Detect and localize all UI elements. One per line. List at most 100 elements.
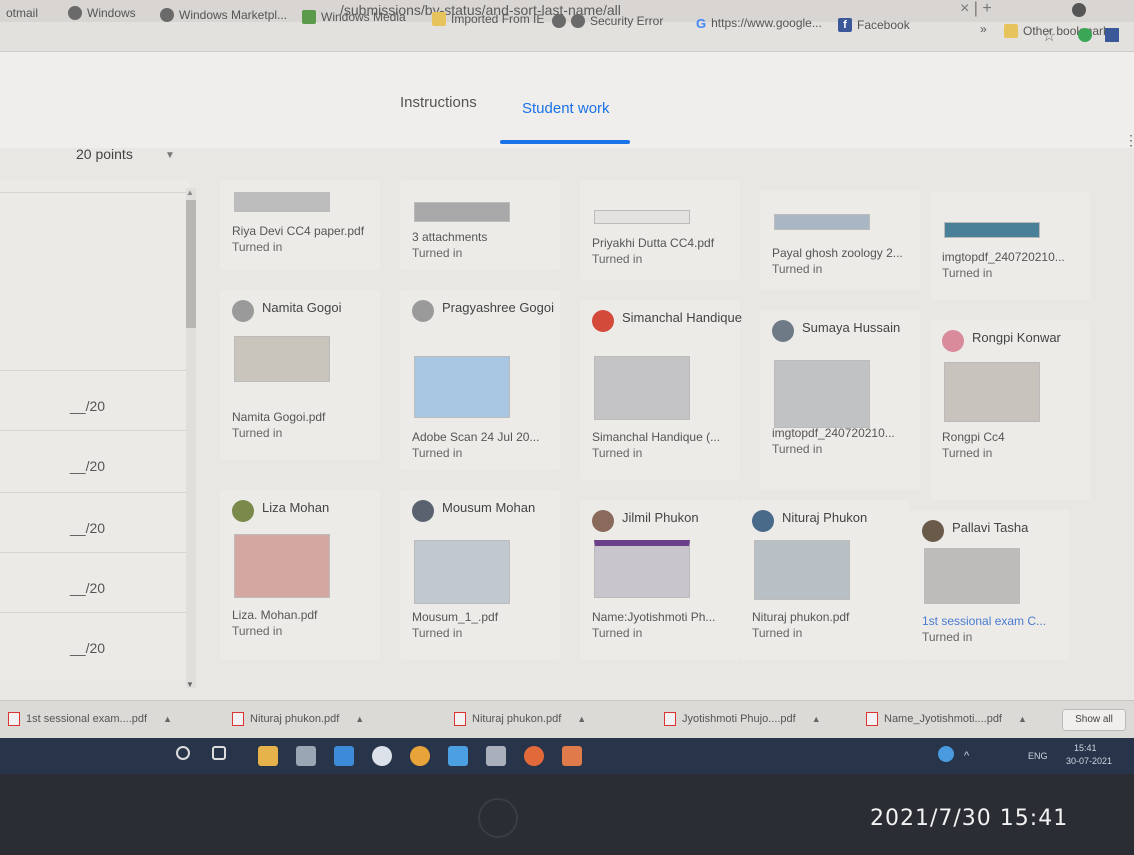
submission-card[interactable]: Pallavi Tasha 1st sessional exam C... Tu… (910, 510, 1070, 660)
attachment-thumbnail[interactable] (414, 356, 510, 418)
file-name[interactable]: Priyakhi Dutta CC4.pdf (592, 236, 742, 250)
new-tab-button[interactable]: × | + (960, 0, 992, 18)
extension-icon[interactable] (1078, 28, 1092, 42)
scrollbar-thumb[interactable] (186, 200, 196, 328)
chevron-up-icon[interactable]: ▲ (812, 714, 821, 724)
file-name[interactable]: Mousum_1_.pdf (412, 610, 562, 624)
bookmarks-overflow-button[interactable]: » (980, 22, 987, 36)
file-name[interactable]: Rongpi Cc4 (942, 430, 1092, 444)
attachment-thumbnail[interactable] (774, 214, 870, 230)
file-name[interactable]: Liza. Mohan.pdf (232, 608, 382, 622)
attachment-thumbnail[interactable] (594, 540, 690, 598)
search-icon[interactable] (176, 746, 190, 760)
file-name[interactable]: 3 attachments (412, 230, 562, 244)
chevron-up-icon[interactable]: ▲ (355, 714, 364, 724)
submission-card[interactable]: Sumaya Hussain imgtopdf_240720210... Tur… (760, 310, 920, 490)
submission-card[interactable]: Payal ghosh zoology 2... Turned in (760, 190, 920, 290)
submission-status: Turned in (922, 630, 973, 644)
attachment-thumbnail[interactable] (594, 210, 690, 224)
file-name[interactable]: Simanchal Handique (... (592, 430, 742, 444)
bookmark-windows-media[interactable]: Windows Media (302, 10, 406, 24)
submission-card[interactable]: imgtopdf_240720210... Turned in (930, 192, 1090, 300)
file-name[interactable]: Riya Devi CC4 paper.pdf (232, 224, 382, 238)
star-icon[interactable]: ☆ (1042, 26, 1056, 46)
attachment-thumbnail[interactable] (944, 222, 1040, 238)
download-item[interactable]: 1st sessional exam....pdf ▲ (8, 712, 172, 726)
submission-card[interactable]: Pragyashree Gogoi Adobe Scan 24 Jul 20..… (400, 290, 560, 470)
store-icon[interactable] (296, 746, 316, 766)
grade-input[interactable]: __/20 (70, 580, 105, 596)
profile-icon[interactable] (1072, 3, 1086, 17)
scroll-down-icon[interactable]: ▼ (186, 680, 194, 689)
file-name[interactable]: imgtopdf_240720210... (772, 426, 922, 440)
submission-card[interactable]: Rongpi Konwar Rongpi Cc4 Turned in (930, 320, 1090, 500)
bookmark-facebook[interactable]: f Facebook (838, 18, 910, 32)
chevron-up-icon[interactable]: ▲ (1018, 714, 1027, 724)
submission-card[interactable]: Namita Gogoi Namita Gogoi.pdf Turned in (220, 290, 380, 460)
file-name[interactable]: Name:Jyotishmoti Ph... (592, 610, 742, 624)
attachment-thumbnail[interactable] (234, 336, 330, 382)
download-item[interactable]: Name_Jyotishmoti....pdf ▲ (866, 712, 1027, 726)
download-item[interactable]: Nituraj phukon.pdf ▲ (232, 712, 364, 726)
download-item[interactable]: Jyotishmoti Phujo....pdf ▲ (664, 712, 821, 726)
chevron-up-icon[interactable]: ▲ (163, 714, 172, 724)
bookmark-windows[interactable]: Windows (68, 6, 136, 20)
submission-card[interactable]: Jilmil Phukon Name:Jyotishmoti Ph... Tur… (580, 500, 740, 660)
grade-input[interactable]: __/20 (70, 458, 105, 474)
chrome-icon[interactable] (562, 746, 582, 766)
file-name[interactable]: imgtopdf_240720210... (942, 250, 1092, 264)
bookmark-otmail[interactable]: otmail (6, 6, 38, 20)
other-bookmarks[interactable]: Other bookmarks (1004, 24, 1115, 38)
task-view-icon[interactable] (212, 746, 226, 760)
submission-card[interactable]: Mousum Mohan Mousum_1_.pdf Turned in (400, 490, 560, 660)
grade-input[interactable]: __/20 (70, 520, 105, 536)
attachment-thumbnail[interactable] (414, 540, 510, 604)
folder-icon[interactable] (258, 746, 278, 766)
grade-input[interactable]: __/20 (70, 640, 105, 656)
attachment-thumbnail[interactable] (234, 192, 330, 212)
attachment-thumbnail[interactable] (944, 362, 1040, 422)
firefox-icon[interactable] (524, 746, 544, 766)
submission-card[interactable]: Nituraj Phukon Nituraj phukon.pdf Turned… (740, 500, 910, 660)
submission-card[interactable]: Liza Mohan Liza. Mohan.pdf Turned in (220, 490, 380, 660)
app-icon[interactable] (486, 746, 506, 766)
file-name[interactable]: Nituraj phukon.pdf (752, 610, 902, 624)
tray-arrow-icon[interactable]: ^ (964, 750, 969, 762)
submission-card[interactable]: 3 attachments Turned in (400, 180, 560, 270)
bookmark-security-error[interactable]: Security Error (552, 14, 663, 28)
clock-date[interactable]: 30-07-2021 (1066, 756, 1112, 766)
bookmark-windows-marketplace[interactable]: Windows Marketpl... (160, 8, 287, 22)
bookmark-imported-from-ie[interactable]: Imported From IE (432, 12, 544, 26)
attachment-thumbnail[interactable] (924, 548, 1020, 604)
points-select[interactable]: 20 points ▼ (0, 140, 190, 180)
bookmark-google[interactable]: G https://www.google... (696, 16, 822, 31)
download-item[interactable]: Nituraj phukon.pdf ▲ (454, 712, 586, 726)
submission-card[interactable]: Simanchal Handique Simanchal Handique (.… (580, 300, 742, 480)
tab-instructions[interactable]: Instructions (400, 94, 477, 111)
file-name[interactable]: Adobe Scan 24 Jul 20... (412, 430, 562, 444)
show-all-button[interactable]: Show all (1062, 709, 1126, 731)
clock-time[interactable]: 15:41 (1074, 743, 1097, 753)
language-indicator[interactable]: ENG (1028, 751, 1048, 761)
tab-student-work[interactable]: Student work (522, 100, 610, 117)
app-icon[interactable] (448, 746, 468, 766)
scroll-up-icon[interactable]: ▲ (186, 188, 194, 197)
attachment-thumbnail[interactable] (594, 356, 690, 420)
chrome-icon[interactable] (410, 746, 430, 766)
attachment-thumbnail[interactable] (754, 540, 850, 600)
attachment-thumbnail[interactable] (234, 534, 330, 598)
attachment-thumbnail[interactable] (414, 202, 510, 222)
help-icon[interactable] (938, 746, 954, 762)
file-name[interactable]: 1st sessional exam C... (922, 614, 1072, 628)
submission-card[interactable]: Priyakhi Dutta CC4.pdf Turned in (580, 180, 740, 280)
file-name[interactable]: Namita Gogoi.pdf (232, 410, 382, 424)
extension-icon[interactable] (1105, 28, 1119, 42)
file-name[interactable]: Payal ghosh zoology 2... (772, 246, 922, 260)
grade-input[interactable]: __/20 (70, 398, 105, 414)
app-icon[interactable] (372, 746, 392, 766)
more-options-icon[interactable]: ⋮ (1124, 132, 1134, 149)
mail-icon[interactable] (334, 746, 354, 766)
chevron-up-icon[interactable]: ▲ (577, 714, 586, 724)
attachment-thumbnail[interactable] (774, 360, 870, 428)
submission-card[interactable]: Riya Devi CC4 paper.pdf Turned in (220, 180, 380, 270)
